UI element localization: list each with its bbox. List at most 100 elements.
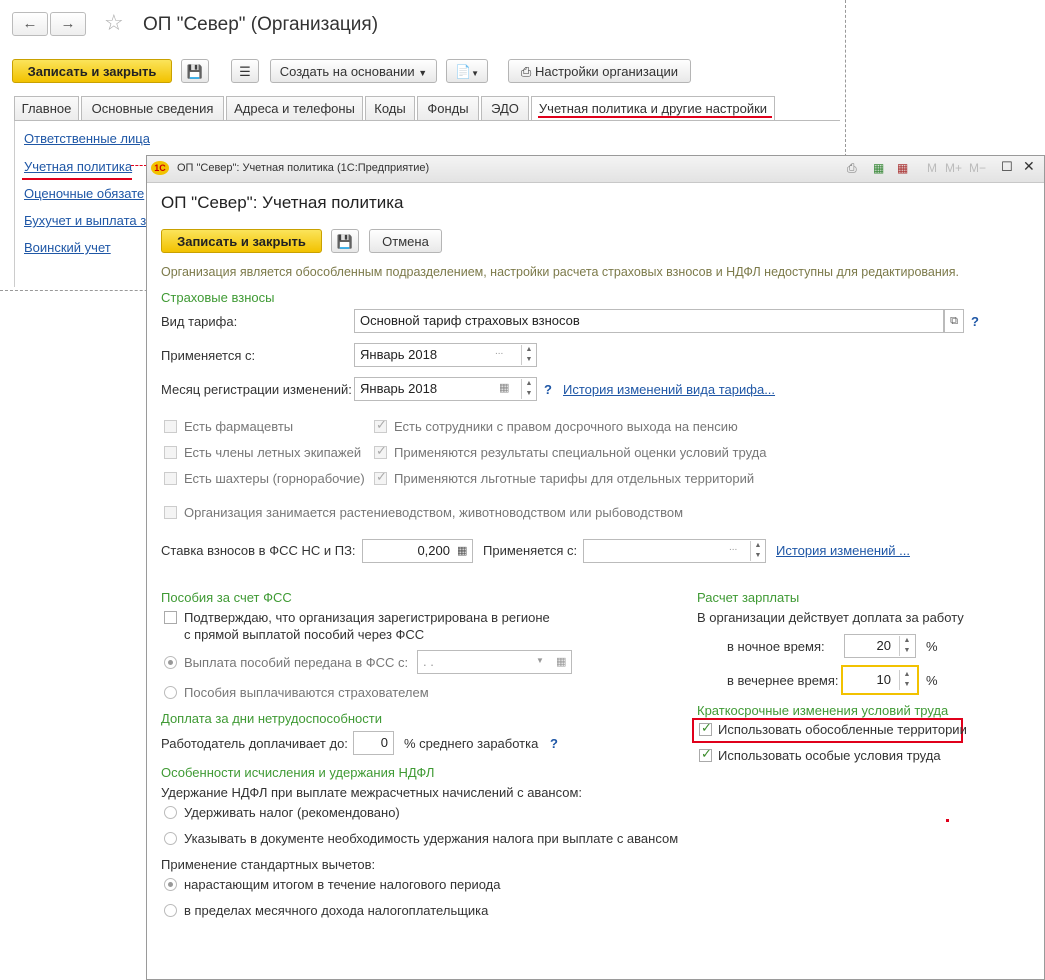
section-sick-leave: Доплата за дни нетрудоспособности (161, 711, 382, 726)
accounting-policy-window: 1С ОП "Север": Учетная политика (1С:Пред… (146, 155, 1045, 980)
org-settings-button[interactable]: ⎙ Настройки организации (508, 59, 691, 83)
calendar-icon[interactable]: ▦ (897, 161, 908, 175)
memory-m-icon[interactable]: M (927, 161, 937, 175)
link-underline (22, 178, 132, 180)
spinner-icon[interactable]: ▲ ▼ (899, 636, 914, 656)
create-based-button[interactable]: Создать на основании ▼ (270, 59, 437, 83)
section-ndfl: Особенности исчисления и удержания НДФЛ (161, 765, 435, 780)
withhold-tax-label: Удерживать налог (рекомендовано) (184, 805, 400, 820)
special-assessment-label: Применяются результаты специальной оценк… (394, 445, 767, 460)
checkbox-direct-payments[interactable] (164, 611, 177, 624)
window-title: ОП "Север" (Организация) (143, 14, 379, 35)
checkbox-preferential-tariffs[interactable]: ✓ (374, 469, 387, 485)
checkbox-flight-crew[interactable] (164, 446, 177, 459)
link-responsible[interactable]: Ответственные лица (24, 131, 150, 146)
fss-applies-label: Применяется с: (483, 543, 578, 558)
spinner-icon[interactable]: ▲ ▼ (521, 345, 536, 365)
help-icon[interactable]: ? (550, 736, 558, 751)
checkbox-special-conditions[interactable]: ✓ (699, 746, 712, 762)
save-close-button[interactable]: Записать и закрыть (161, 229, 322, 253)
checkbox-miners[interactable] (164, 472, 177, 485)
evening-label: в вечернее время: (727, 673, 839, 688)
window-caption: ОП "Север": Учетная политика (1С:Предпри… (177, 162, 430, 174)
memory-minus-icon[interactable]: M− (969, 161, 986, 175)
applies-label: Применяется с: (161, 348, 256, 363)
tab-codes[interactable]: Коды (365, 96, 415, 120)
cancel-button[interactable]: Отмена (369, 229, 442, 253)
applies-field[interactable]: Январь 2018 (354, 343, 537, 367)
1c-logo-icon: 1С (151, 161, 169, 175)
help-icon[interactable]: ? (544, 382, 552, 397)
separate-territories-label: Использовать обособленные территории (718, 722, 967, 737)
checkbox-pharmacists[interactable] (164, 420, 177, 433)
spinner-icon[interactable]: ▲ ▼ (521, 379, 536, 399)
open-icon[interactable]: ⧉ (944, 309, 964, 333)
calculator-icon[interactable]: ▦ (873, 161, 884, 175)
link-bookkeeping[interactable]: Бухучет и выплата з (24, 213, 146, 228)
document-button[interactable]: ☰ (231, 59, 259, 83)
close-icon[interactable]: ✕ (1023, 158, 1035, 175)
section-insurance: Страховые взносы (161, 290, 275, 305)
link-military[interactable]: Воинский учет (24, 240, 111, 255)
pharmacists-label: Есть фармацевты (184, 419, 294, 434)
tab-addresses[interactable]: Адреса и телефоны (226, 96, 363, 120)
save-button[interactable]: 💾 (181, 59, 209, 83)
tabs-divider (14, 120, 840, 121)
radio-withhold-tax[interactable] (164, 806, 177, 819)
reg-month-field[interactable]: Январь 2018 (354, 377, 537, 401)
spinner-icon[interactable]: ▲ ▼ (750, 541, 765, 561)
fss-history-link[interactable]: История изменений ... (776, 543, 910, 558)
reports-button[interactable]: 📄▼ (446, 59, 488, 83)
back-arrow-icon[interactable]: ← (12, 12, 48, 36)
help-icon[interactable]: ? (971, 314, 979, 329)
tab-basic-info[interactable]: Основные сведения (81, 96, 224, 120)
checkbox-separate-territories[interactable]: ✓ (699, 720, 712, 736)
radio-transferred-fss[interactable] (164, 656, 177, 669)
calendar-icon[interactable]: ▦ (556, 655, 566, 668)
transferred-date-field[interactable]: . . (417, 650, 572, 674)
link-estimated[interactable]: Оценочные обязате (24, 186, 144, 201)
early-pension-label: Есть сотрудники с правом досрочного выхо… (394, 419, 738, 434)
maximize-icon[interactable]: ☐ (1001, 159, 1013, 175)
night-percent: % (926, 639, 938, 654)
printer-icon: ⎙ (520, 64, 532, 79)
ellipsis-icon[interactable]: ... (729, 542, 737, 553)
tab-underline (538, 116, 772, 118)
tariff-field[interactable]: Основной тариф страховых взносов (354, 309, 944, 333)
print-icon[interactable]: ⎙ (847, 161, 857, 176)
star-icon[interactable]: ☆ (104, 10, 124, 36)
save-close-button[interactable]: Записать и закрыть (12, 59, 172, 83)
tab-main[interactable]: Главное (14, 96, 79, 120)
tab-funds[interactable]: Фонды (417, 96, 479, 120)
average-earnings-label: % среднего заработка (404, 736, 539, 751)
link-accounting-policy[interactable]: Учетная политика (24, 159, 132, 174)
forward-arrow-icon[interactable]: → (50, 12, 86, 36)
dropdown-arrow-icon[interactable]: ▼ (536, 656, 544, 665)
window-titlebar: 1С ОП "Север": Учетная политика (1С:Пред… (147, 156, 1044, 183)
checkbox-early-pension[interactable]: ✓ (374, 417, 387, 433)
ellipsis-icon[interactable]: ... (495, 346, 503, 357)
radio-cumulative[interactable] (164, 878, 177, 891)
tariff-history-link[interactable]: История изменений вида тарифа... (563, 382, 775, 397)
calendar-icon[interactable]: ▦ (499, 381, 509, 394)
tariff-label: Вид тарифа: (161, 314, 238, 329)
withholding-label: Удержание НДФЛ при выплате межрасчетных … (161, 785, 583, 800)
direct-payments-line1: Подтверждаю, что организация зарегистрир… (184, 610, 550, 625)
dropdown-arrow-icon: ▼ (471, 69, 480, 78)
calculator-icon[interactable]: ▦ (457, 544, 467, 557)
fss-applies-field[interactable] (583, 539, 766, 563)
radio-by-insurer[interactable] (164, 686, 177, 699)
checkbox-agro[interactable] (164, 506, 177, 519)
memory-plus-icon[interactable]: M+ (945, 161, 962, 175)
pointer-arrow (131, 165, 147, 167)
save-button[interactable]: 💾 (331, 229, 359, 253)
checkbox-special-assessment[interactable]: ✓ (374, 443, 387, 459)
employer-pays-field[interactable]: 0 (353, 731, 394, 755)
red-dot (946, 819, 949, 822)
radio-specify-document[interactable] (164, 832, 177, 845)
employer-pays-label: Работодатель доплачивает до: (161, 736, 348, 751)
spinner-icon[interactable]: ▲ ▼ (899, 670, 914, 690)
specify-document-label: Указывать в документе необходимость удер… (184, 831, 679, 846)
tab-edo[interactable]: ЭДО (481, 96, 529, 120)
radio-monthly-income[interactable] (164, 904, 177, 917)
